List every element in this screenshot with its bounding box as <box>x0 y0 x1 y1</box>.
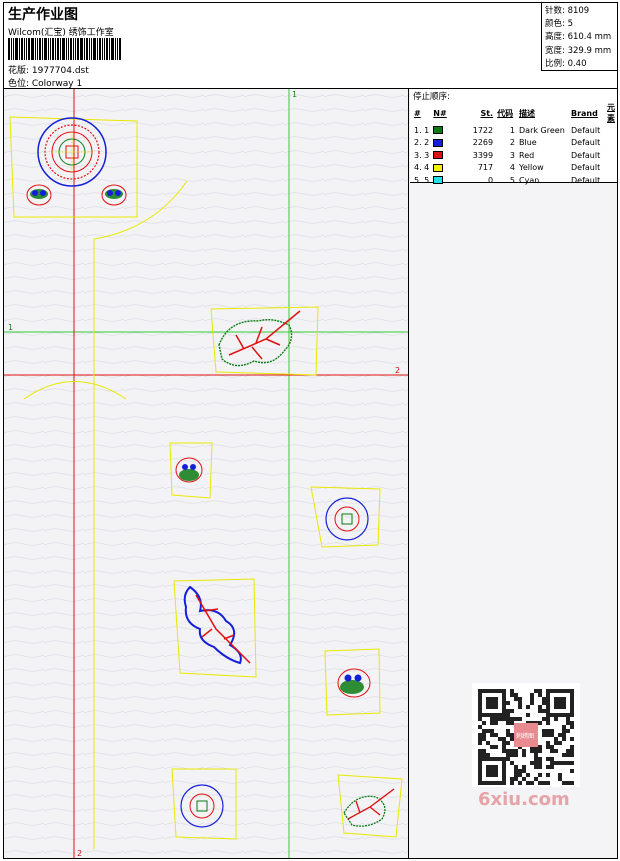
design-preview: 1 1 2 2 <box>4 89 408 858</box>
guide-label-green-v: 1 <box>292 90 297 99</box>
color-swatch <box>433 151 444 160</box>
design-file: 花版: 1977704.dst <box>8 66 89 76</box>
cell-elements <box>605 162 617 175</box>
cell-index: 2. 2 <box>414 138 430 148</box>
stat-stitches: 针数: 8109 <box>545 6 590 16</box>
stop-sequence-rows: 1. 1 1722 1 Dark Green Default 2. 2 2269 2 Blue D… <box>412 124 617 187</box>
col-header-stitches: St. <box>480 108 494 118</box>
guide-label-red-h: 2 <box>395 366 400 375</box>
color-swatch <box>433 138 444 147</box>
cell-color-swatch <box>431 162 459 175</box>
cell-elements <box>605 174 617 187</box>
cell-code: 1 <box>509 125 516 135</box>
cell-elements <box>605 137 617 150</box>
sheet-header: 生产作业图 Wilcom(汇宝) 绣饰工作室 花版: 1977704.dst 色… <box>4 3 617 89</box>
cell-index: 4. 4 <box>414 163 430 173</box>
cell-description: Cyan <box>519 175 540 185</box>
cell-code: 2 <box>509 138 516 148</box>
cell-brand: Default <box>570 138 601 148</box>
cell-index: 3. 3 <box>414 150 430 160</box>
cell-stitches: 2269 <box>472 138 494 148</box>
col-header-description: 描述 <box>519 108 536 118</box>
barcode <box>8 38 144 60</box>
page-title: 生产作业图 <box>8 7 78 23</box>
col-header-needle: N# <box>433 108 447 118</box>
cell-elements <box>605 124 617 137</box>
cell-stitches: 3399 <box>472 150 494 160</box>
cell-description: Yellow <box>519 163 544 173</box>
stat-height: 高度: 610.4 mm <box>545 32 612 43</box>
table-row: 1. 1 1722 1 Dark Green Default <box>412 124 617 137</box>
stop-sequence-panel: 停止顺序: # N# St. 代码 描述 Brand 元素 1. 1 1722 1 D… <box>410 89 617 185</box>
studio-name: Wilcom(汇宝) 绣饰工作室 <box>8 28 114 38</box>
design-stats: 针数: 8109 颜色: 5 高度: 610.4 mm 宽度: 329.9 mm… <box>541 3 617 71</box>
cell-index: 1. 1 <box>414 125 430 135</box>
color-swatch <box>433 176 444 185</box>
table-row: 3. 3 3399 3 Red Default <box>412 149 617 162</box>
cell-color-swatch <box>431 137 459 150</box>
cell-code: 5 <box>509 175 516 185</box>
guide-label-green-h: 1 <box>8 323 13 332</box>
color-swatch <box>433 163 444 172</box>
qr-code-graphic: 刺绣图 <box>478 689 574 785</box>
canvas-texture <box>4 89 408 858</box>
cell-stitches: 0 <box>488 175 494 185</box>
cell-brand: Default <box>570 163 601 173</box>
stop-sequence-table: # N# St. 代码 描述 Brand 元素 1. 1 1722 1 Dark Gr… <box>412 102 617 187</box>
table-row: 2. 2 2269 2 Blue Default <box>412 137 617 150</box>
colorway: 色位: Colorway 1 <box>8 79 83 89</box>
table-row: 5. 5 0 5 Cyan Default <box>412 174 617 187</box>
cell-description: Dark Green <box>519 125 565 135</box>
cell-brand: Default <box>570 125 601 135</box>
qr-badge-text: 刺绣图 <box>516 732 534 740</box>
stat-width: 宽度: 329.9 mm <box>545 45 612 56</box>
col-header-brand: Brand <box>570 108 598 118</box>
stat-scale: 比例: 0.40 <box>545 58 587 69</box>
cell-brand: Default <box>570 150 601 160</box>
table-row: 4. 4 717 4 Yellow Default <box>412 162 617 175</box>
cell-code: 4 <box>509 163 516 173</box>
guide-label-red-v: 2 <box>77 849 82 858</box>
cell-stitches: 1722 <box>472 125 494 135</box>
cell-color-swatch <box>431 149 459 162</box>
cell-stitches: 717 <box>477 163 494 173</box>
watermark: 6xiu.com <box>478 789 570 810</box>
color-swatch <box>433 126 444 135</box>
stop-sequence-title: 停止顺序: <box>413 92 450 102</box>
cell-elements <box>605 149 617 162</box>
design-canvas: 1 1 2 2 <box>4 89 409 858</box>
cell-index: 5. 5 <box>414 175 430 185</box>
cell-code: 3 <box>509 150 516 160</box>
cell-description: Red <box>519 150 535 160</box>
production-sheet: 生产作业图 Wilcom(汇宝) 绣饰工作室 花版: 1977704.dst 色… <box>3 2 618 859</box>
stat-colors: 颜色: 5 <box>545 19 573 30</box>
cell-description: Blue <box>519 138 537 148</box>
qr-code: 刺绣图 <box>472 683 580 787</box>
cell-color-swatch <box>431 174 459 187</box>
cell-color-swatch <box>431 124 459 137</box>
table-header-row: # N# St. 代码 描述 Brand 元素 <box>412 102 617 124</box>
col-header-index: # <box>414 108 421 118</box>
col-header-elements: 元素 <box>607 103 615 123</box>
cell-brand: Default <box>570 175 601 185</box>
col-header-code: 代码 <box>497 108 514 118</box>
